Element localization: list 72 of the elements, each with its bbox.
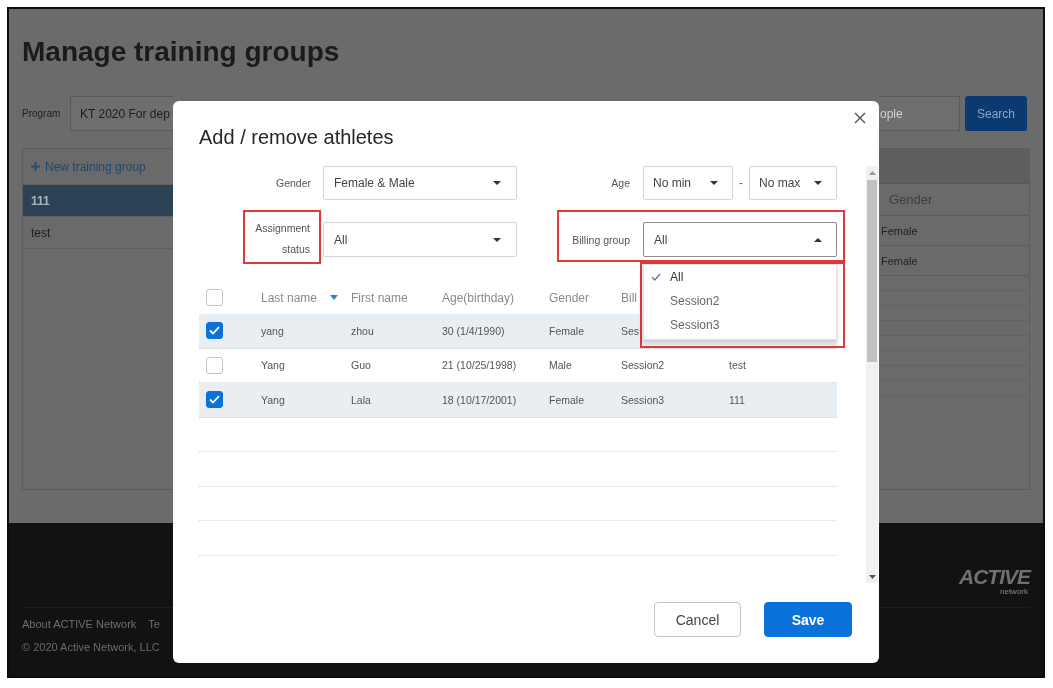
search-field[interactable]: ople: [879, 96, 960, 131]
close-button[interactable]: [854, 112, 866, 124]
table-cell: Yang: [261, 359, 285, 372]
close-icon: [854, 112, 866, 124]
table-cell: Female: [549, 393, 584, 406]
plus-icon: [31, 162, 40, 171]
logo-wordmark: ACTIVE: [959, 567, 1030, 587]
table-cell: Session2: [621, 359, 665, 372]
select-field[interactable]: No max: [749, 166, 837, 200]
table-cell: test: [729, 359, 746, 372]
table-cell: Female: [881, 254, 918, 267]
dropdown-option[interactable]: All: [644, 265, 836, 289]
dialog-title: Add / remove athletes: [199, 125, 394, 149]
table-cell: Guo: [351, 359, 371, 372]
filter-label: Billing group: [572, 233, 630, 246]
table-cell: Lala: [351, 393, 371, 406]
table-cell: Female: [549, 324, 584, 337]
table-cell: Male: [549, 359, 572, 372]
caret-down-icon: [710, 181, 718, 185]
footer-link[interactable]: Te: [148, 617, 160, 631]
table-cell: Yang: [261, 393, 285, 406]
checkbox[interactable]: [206, 322, 223, 340]
select-field[interactable]: All: [643, 222, 837, 257]
filter-label: Assignment status: [254, 221, 310, 257]
sort-caret-icon: [330, 295, 339, 300]
check-icon: [651, 273, 661, 281]
checkbox[interactable]: [206, 391, 223, 409]
select-field[interactable]: All: [323, 222, 517, 257]
program-select[interactable]: KT 2020 For dep: [70, 96, 173, 131]
copyright-text: © 2020 Active Network, LLC: [22, 640, 160, 654]
caret-down-icon: [814, 181, 822, 185]
select-field[interactable]: No min: [643, 166, 733, 200]
filter-label: Gender: [275, 177, 311, 189]
table-cell: Ses: [621, 324, 640, 337]
group-item[interactable]: 111: [23, 185, 173, 217]
table-cell: zhou: [351, 324, 374, 337]
scrollbar-thumb[interactable]: [867, 180, 877, 362]
filter-label: Age: [611, 177, 630, 189]
table-cell: Session3: [621, 393, 665, 406]
page-title: Manage training groups: [22, 35, 340, 69]
program-label: Program: [22, 108, 62, 119]
checkmark-icon: [209, 395, 220, 405]
column-header[interactable]: First name: [351, 290, 408, 305]
cancel-button[interactable]: Cancel: [654, 602, 741, 637]
caret-up-icon[interactable]: [868, 171, 876, 175]
table-cell: yang: [261, 324, 284, 337]
search-button[interactable]: Search: [965, 96, 1027, 131]
range-dash: -: [738, 176, 744, 190]
caret-down-icon[interactable]: [868, 575, 876, 579]
caret-down-icon: [493, 237, 501, 242]
column-header[interactable]: Age(birthday): [442, 290, 515, 305]
table-cell: 30 (1/4/1990): [442, 324, 505, 337]
table-cell: Female: [881, 224, 918, 237]
dropdown-option[interactable]: Session2: [644, 289, 836, 313]
select-field[interactable]: Female & Male: [323, 166, 517, 200]
table-row[interactable]: Yang Lala 18 (10/17/2001) Female Session3 111: [199, 383, 837, 418]
caret-down-icon: [493, 181, 501, 185]
dropdown-option[interactable]: Session3: [644, 313, 836, 337]
save-button[interactable]: Save: [764, 602, 852, 637]
checkmark-icon: [209, 326, 220, 336]
table-cell: 111: [729, 393, 745, 406]
table-cell: 21 (10/25/1998): [442, 359, 517, 372]
checkbox[interactable]: [206, 356, 223, 374]
scrollbar-track[interactable]: [866, 166, 878, 583]
column-header[interactable]: Last name: [261, 290, 339, 305]
column-header[interactable]: Bill: [621, 290, 637, 305]
logo-tagline: network: [1000, 587, 1028, 596]
column-header[interactable]: Gender: [549, 290, 590, 305]
table-cell: 18 (10/17/2001): [442, 393, 517, 406]
footer-link[interactable]: About ACTIVE Network: [22, 617, 137, 631]
caret-up-icon: [814, 237, 822, 242]
checkbox[interactable]: [206, 289, 223, 306]
